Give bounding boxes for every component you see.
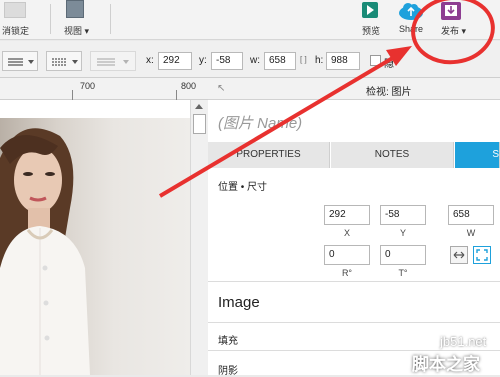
watermark-brand: 脚本之家 <box>412 355 480 374</box>
annotation-arrow-line <box>158 54 398 198</box>
watermark: jb51.net 脚本之家 <box>400 330 500 375</box>
annotation-circle <box>411 0 495 65</box>
annotation-overlay <box>158 0 495 198</box>
annotation-arrow-head <box>386 46 412 66</box>
watermark-url: jb51.net <box>440 334 487 349</box>
